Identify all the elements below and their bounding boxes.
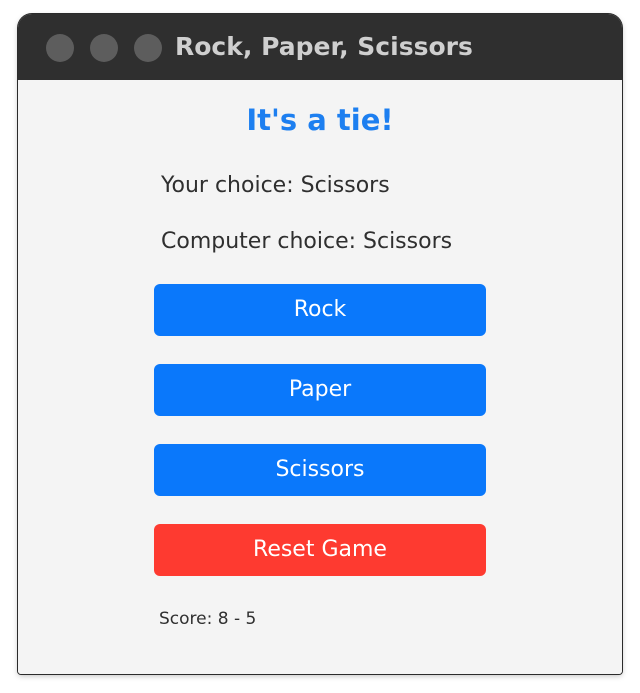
paper-button[interactable]: Paper xyxy=(154,364,486,416)
reset-game-button[interactable]: Reset Game xyxy=(154,524,486,576)
result-text: It's a tie! xyxy=(246,103,394,137)
app-window: Rock, Paper, Scissors It's a tie! Your c… xyxy=(18,14,622,674)
close-window-button[interactable] xyxy=(46,34,74,62)
score-label: Score: 8 - 5 xyxy=(159,609,257,629)
scissors-button[interactable]: Scissors xyxy=(154,444,486,496)
window-title: Rock, Paper, Scissors xyxy=(175,32,473,61)
title-bar[interactable]: Rock, Paper, Scissors xyxy=(18,14,622,80)
computer-choice-label: Computer choice: Scissors xyxy=(161,229,453,254)
game-panel: It's a tie! Your choice: Scissors Comput… xyxy=(18,80,622,674)
minimize-window-button[interactable] xyxy=(90,34,118,62)
your-choice-label: Your choice: Scissors xyxy=(161,173,390,198)
rock-button[interactable]: Rock xyxy=(154,284,486,336)
maximize-window-button[interactable] xyxy=(134,34,162,62)
